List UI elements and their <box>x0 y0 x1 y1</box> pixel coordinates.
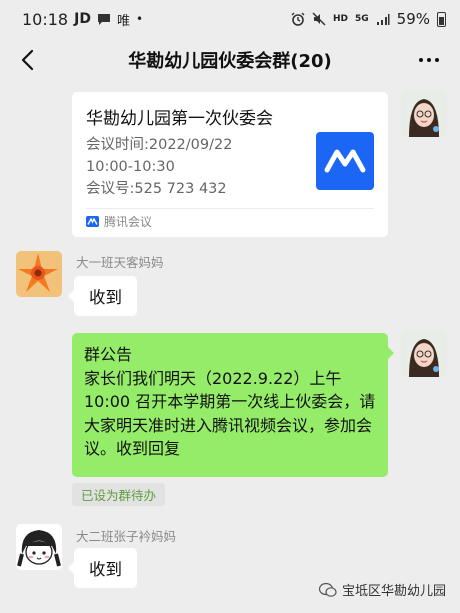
self-avatar[interactable] <box>401 331 447 377</box>
meeting-time-range: 10:00-10:30 <box>86 159 175 175</box>
announcement-heading: 群公告 <box>84 345 133 364</box>
signal-5g: 5G <box>355 14 369 24</box>
meeting-id: 会议号:525 723 432 <box>86 181 227 197</box>
chat-header: 华勘幼儿园伙委会群(20) <box>0 38 460 82</box>
self-avatar[interactable] <box>401 91 447 137</box>
meeting-title: 华勘幼儿园第一次伙委会 <box>86 109 273 129</box>
sender-avatar-flower[interactable] <box>16 251 62 297</box>
signal-hd: HD <box>332 14 348 24</box>
meeting-info: 会议时间:2022/09/22 10:00-10:30 会议号:525 723 … <box>86 134 232 200</box>
watermark-text: 宝坻区华勘幼儿园 <box>341 584 446 599</box>
mute-icon <box>312 12 326 26</box>
meeting-source-label: 腾讯会议 <box>104 215 153 229</box>
tencent-meeting-small-icon <box>86 216 99 227</box>
battery-percent: 59% <box>396 10 430 28</box>
tencent-meeting-logo-icon <box>316 132 374 190</box>
sender-name: 大二班张子衿妈妈 <box>76 529 177 544</box>
message-icon <box>97 13 111 26</box>
signal-bars-icon <box>376 13 390 26</box>
back-button[interactable] <box>14 47 40 73</box>
account-watermark: 宝坻区华勘幼儿园 <box>318 580 446 599</box>
more-options-button[interactable] <box>414 47 444 73</box>
meeting-time: 会议时间:2022/09/22 <box>86 137 233 153</box>
card-divider <box>86 208 374 209</box>
status-bar: 10:18 JD 唯 • HD 5G 59% <box>0 0 460 38</box>
status-time: 10:18 <box>22 9 69 29</box>
wechat-official-account-icon <box>318 582 337 597</box>
status-carrier-extra: 唯 <box>116 13 130 29</box>
battery-icon <box>437 11 446 27</box>
status-carrier: JD <box>74 11 91 27</box>
chat-title: 华勘幼儿园伙委会群(20) <box>128 51 332 72</box>
group-todo-tag[interactable]: 已设为群待办 <box>72 483 166 506</box>
meeting-source: 腾讯会议 <box>86 213 152 230</box>
announcement-body: 家长们我们明天（2022.9.22）上午10:00 召开本学期第一次线上伙委会，… <box>84 368 376 459</box>
chevron-left-icon <box>21 49 34 71</box>
alarm-icon <box>291 12 305 26</box>
message-bubble[interactable]: 收到 <box>68 548 137 588</box>
announcement-bubble[interactable]: 群公告 家长们我们明天（2022.9.22）上午10:00 召开本学期第一次线上… <box>72 333 394 477</box>
meeting-invite-card[interactable]: 华勘幼儿园第一次伙委会 会议时间:2022/09/22 10:00-10:30 … <box>72 92 388 237</box>
message-bubble[interactable]: 收到 <box>68 276 137 316</box>
status-dot: • <box>135 12 144 26</box>
sender-avatar-girl[interactable] <box>16 524 62 570</box>
sender-name: 大一班天客妈妈 <box>76 255 164 270</box>
